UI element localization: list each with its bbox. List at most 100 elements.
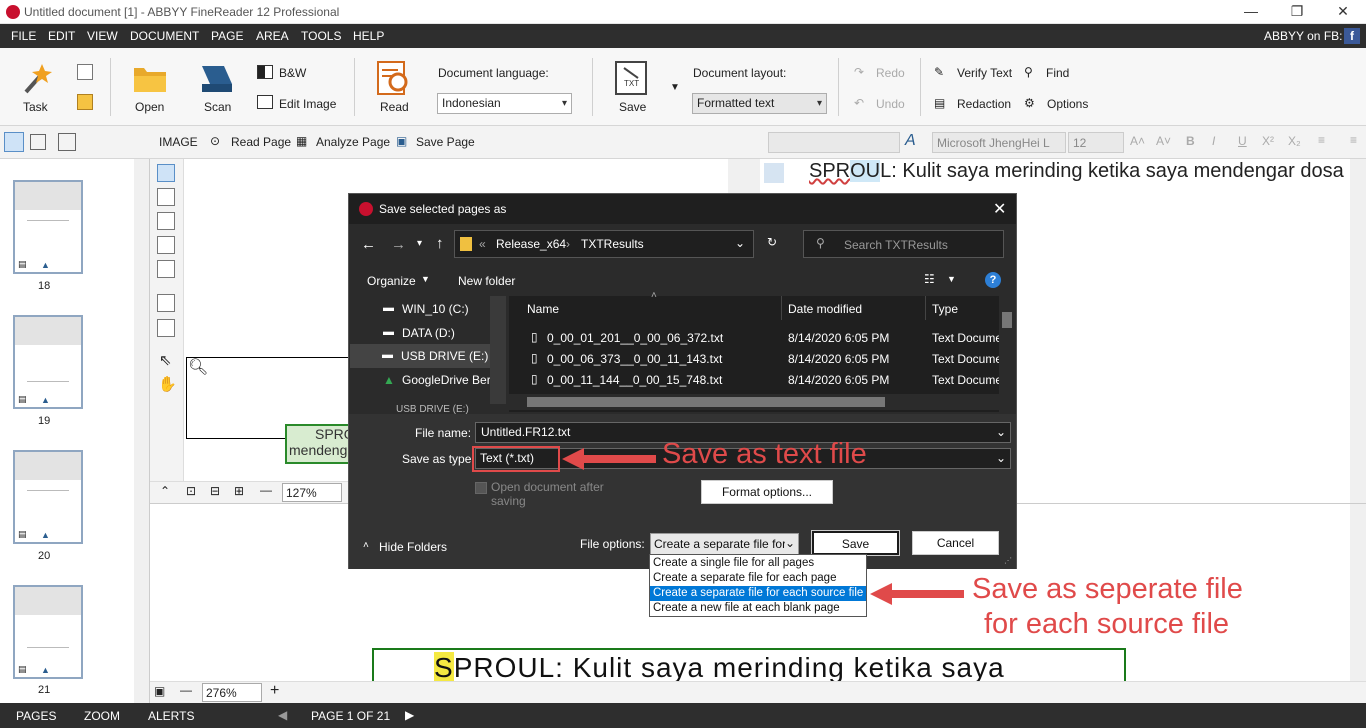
read-page-icon[interactable]: ⊙ [210,134,220,148]
collapse-up-icon[interactable]: ⌃ [160,484,170,498]
table-area-icon[interactable] [157,236,175,254]
page-thumbnail[interactable]: ▤ ▲ [13,180,83,274]
align-icon[interactable]: ≡ [1318,133,1325,147]
font-select[interactable]: Microsoft JhengHei L [932,132,1066,153]
back-icon[interactable]: ← [361,236,376,253]
fit-page-icon[interactable]: ⊡ [186,484,196,498]
scan-label[interactable]: Scan [204,100,231,114]
pages-scrollbar[interactable] [134,159,149,703]
magic-wand-icon[interactable] [18,62,52,96]
address-bar[interactable]: « Release_x64 › TXTResults ⌄ [454,230,754,258]
zoom-out-icon[interactable]: — [180,683,192,697]
pointer-icon[interactable]: ⇖ [159,351,172,369]
menu-edit[interactable]: EDIT [48,29,75,43]
align-more-icon[interactable]: ≡ [1350,133,1357,147]
bg-picture-area-icon[interactable] [157,212,175,230]
redaction-icon[interactable]: ▤ [934,96,945,110]
view-dropdown-icon[interactable]: ▼ [947,274,956,284]
text-scrollbar[interactable] [1350,159,1366,503]
new-folder-button[interactable]: New folder [458,274,515,288]
zoom-scrollbar[interactable] [1350,504,1366,682]
nav-item[interactable]: DATA (D:) [402,326,455,340]
dropdown-option[interactable]: Create a single file for all pages [650,556,866,571]
help-icon[interactable]: ? [985,272,1001,288]
file-list-vscroll[interactable] [999,296,1015,412]
barcode-area-icon[interactable] [157,260,175,278]
doc-layout-select[interactable]: Formatted text ▾ [692,93,827,114]
organize-dropdown-icon[interactable]: ▼ [421,274,430,284]
zoom-tab[interactable]: ZOOM [84,709,120,723]
save-label[interactable]: Save [619,100,646,114]
read-page-button[interactable]: Read Page [231,135,291,149]
col-date[interactable]: Date modified [788,302,862,316]
analyze-page-icon[interactable]: ▦ [296,134,307,148]
nav-item[interactable]: WIN_10 (C:) [402,302,469,316]
menu-tools[interactable]: TOOLS [301,29,341,43]
pages-tab[interactable]: PAGES [16,709,56,723]
page-thumbnail[interactable]: ▤ ▲ [13,315,83,409]
dropdown-option[interactable]: Create a new file at each blank page [650,601,866,616]
find-label[interactable]: Find [1046,66,1069,80]
gear-icon[interactable]: ⚙ [1024,96,1035,110]
up-icon[interactable]: ↑ [436,235,444,252]
verify-text-icon[interactable]: ✎ [934,65,944,79]
redo-label[interactable]: Redo [876,66,905,80]
shrink-font-icon[interactable]: A˅ [1156,134,1171,148]
file-row[interactable]: ▯ 0_00_06_373__0_00_11_143.txt 8/14/2020… [509,350,1002,370]
crop-icon[interactable] [157,294,175,312]
close-window-button[interactable]: ✕ [1320,0,1366,24]
zoom-panel-icon[interactable]: ▣ [154,684,165,698]
redo-icon[interactable]: ↷ [854,65,864,79]
thumbnails-view-icon[interactable] [4,132,24,152]
next-page-icon[interactable]: ▶ [405,708,414,722]
analyze-page-button[interactable]: Analyze Page [316,135,390,149]
picture-area-icon[interactable] [157,188,175,206]
save-page-button[interactable]: Save Page [416,135,475,149]
underline-icon[interactable]: U [1238,134,1247,148]
save-button[interactable]: Save [811,530,900,556]
open-folder-icon[interactable] [132,62,168,94]
menu-document[interactable]: DOCUMENT [130,29,199,43]
cancel-button[interactable]: Cancel [912,531,999,555]
page-thumbnail[interactable]: ▤ ▲ [13,450,83,544]
nav-item-selected[interactable]: ▬ USB DRIVE (E:) [350,344,490,368]
file-row[interactable]: ▯ 0_00_01_201__0_00_06_372.txt 8/14/2020… [509,329,1002,349]
bold-icon[interactable]: B [1186,134,1195,148]
find-icon[interactable]: ⚲ [1024,65,1033,79]
save-page-icon[interactable]: ▣ [396,134,407,148]
file-options-select[interactable]: Create a separate file for ⌄ [650,533,799,555]
zoom-out-icon[interactable]: — [260,483,272,497]
subscript-icon[interactable]: X₂ [1288,134,1301,148]
zoom-in-icon[interactable]: + [270,682,279,700]
forward-icon[interactable]: → [391,236,406,253]
text-area-box[interactable]: SPRO mendeng [285,424,355,464]
prev-page-icon[interactable]: ◀ [278,708,287,722]
nav-item[interactable]: GoogleDrive Ber [402,373,491,387]
read-label[interactable]: Read [380,100,409,114]
col-name[interactable]: Name [527,302,559,316]
page-thumbnail[interactable]: ▤ ▲ [13,585,83,679]
save-txt-icon[interactable]: TXT [614,60,648,96]
fit-height-icon[interactable]: ⊞ [234,484,244,498]
chevron-down-icon[interactable]: ⌄ [735,236,745,250]
nav-scrollbar[interactable] [490,296,506,404]
path-part2[interactable]: TXTResults [581,237,644,251]
task-label[interactable]: Task [23,100,48,114]
style-select[interactable] [768,132,900,153]
recognized-text-line[interactable]: SPROUL: Kulit saya merinding ketika saya… [809,160,1344,183]
fit-width-icon[interactable]: ⊟ [210,484,220,498]
view-options-icon[interactable]: ☷ [924,272,935,286]
save-dropdown-icon[interactable]: ▼ [670,82,680,93]
redaction-label[interactable]: Redaction [957,97,1011,111]
edit-image-icon[interactable] [257,95,273,109]
chevron-up-icon[interactable]: ˄ [363,540,369,551]
minimize-button[interactable]: — [1228,0,1274,24]
verify-text-label[interactable]: Verify Text [957,66,1012,80]
folder-small-icon[interactable] [77,94,93,110]
hide-folders-button[interactable]: Hide Folders [379,540,447,554]
zoom-view-select[interactable]: 276% [202,683,262,702]
italic-icon[interactable]: I [1212,134,1215,148]
refresh-icon[interactable]: ↻ [767,235,777,249]
resize-grip-icon[interactable]: ⋰ [1004,556,1012,565]
undo-label[interactable]: Undo [876,97,905,111]
